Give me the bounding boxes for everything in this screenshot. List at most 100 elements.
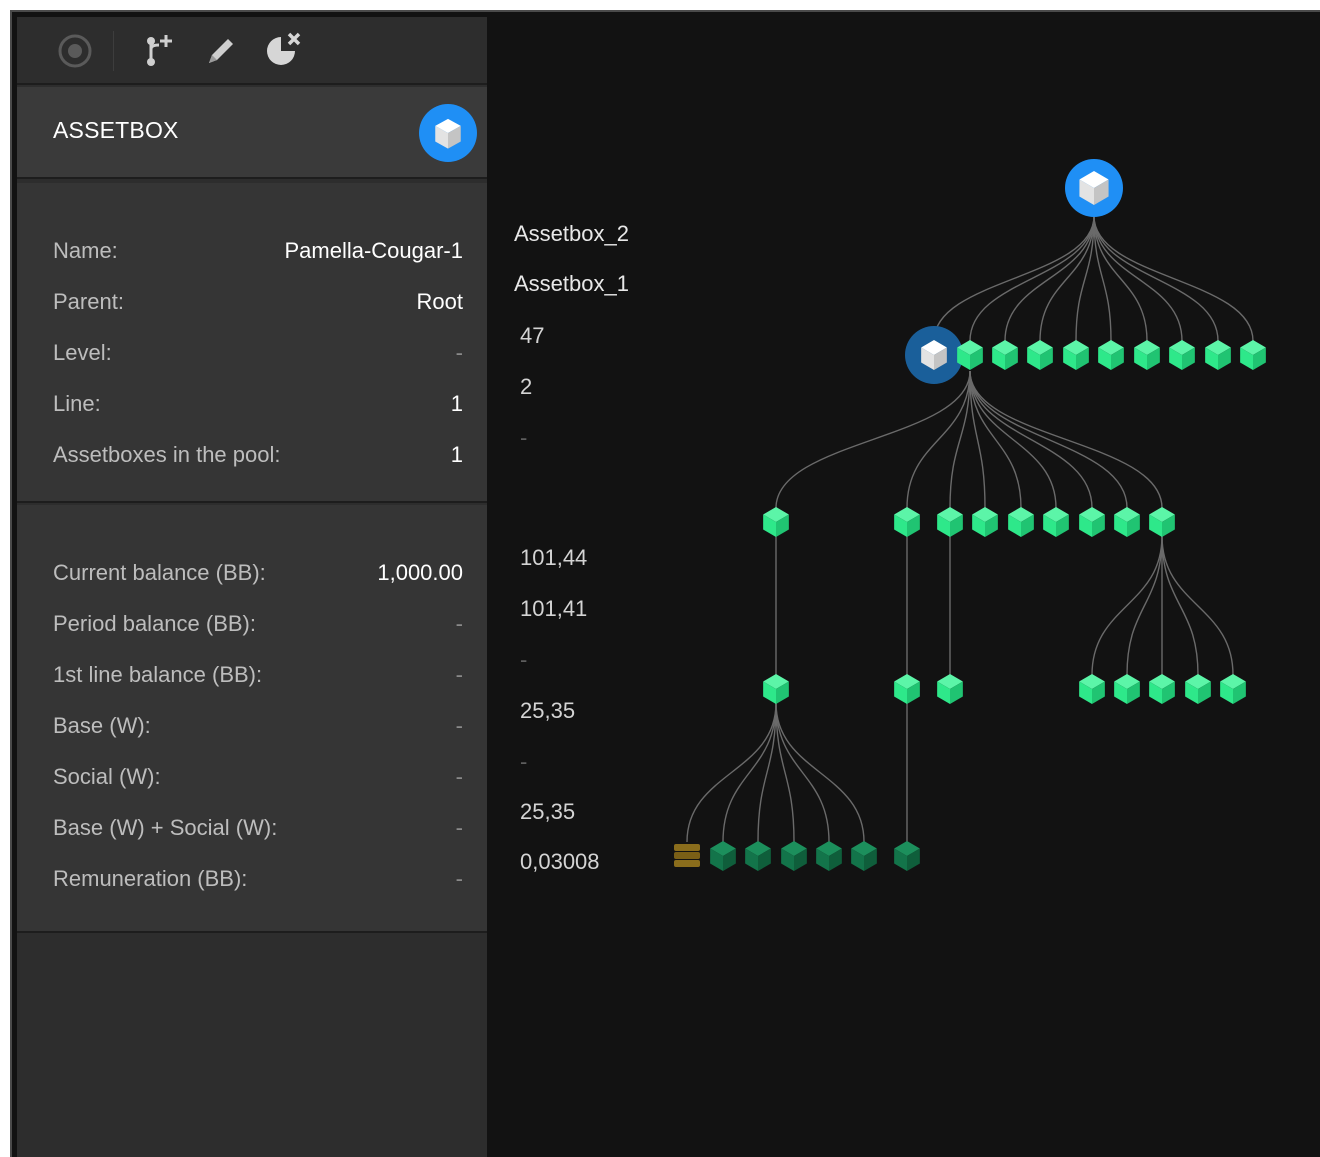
tree-edge bbox=[1004, 215, 1095, 342]
balance-value: - bbox=[455, 764, 463, 789]
info-label: Assetboxes in the pool: bbox=[53, 442, 281, 467]
balance-label: Base (W) + Social (W): bbox=[53, 815, 278, 840]
assetbox-node[interactable] bbox=[1098, 340, 1124, 370]
balance-row-current: Current balance (BB): 1,000.00 bbox=[53, 560, 463, 590]
assetbox-node[interactable] bbox=[1134, 340, 1160, 370]
info-section: Name: Pamella-Cougar-1 Parent: Root Leve… bbox=[17, 183, 487, 503]
assetbox-node-inactive[interactable] bbox=[894, 841, 920, 871]
tree-edge bbox=[686, 702, 777, 843]
assetbox-node[interactable] bbox=[1185, 674, 1211, 704]
assetbox-node-inactive[interactable] bbox=[781, 841, 807, 871]
app-window: ASSETBOX Name: Pamella-Cougar-1 Parent: … bbox=[10, 10, 1320, 1157]
assetbox-node[interactable] bbox=[1063, 340, 1089, 370]
assetbox-node[interactable] bbox=[894, 674, 920, 704]
sidebar-empty-area bbox=[17, 935, 487, 1157]
compare-base: 25,35 bbox=[520, 698, 576, 723]
tree-edge bbox=[1126, 535, 1163, 676]
assetbox-node[interactable] bbox=[1240, 340, 1266, 370]
compare-pool: - bbox=[520, 425, 528, 450]
assetbox-node[interactable] bbox=[1079, 674, 1105, 704]
tree-edge bbox=[1161, 535, 1199, 676]
tree-edge bbox=[969, 370, 1093, 509]
stacked-coins-icon[interactable] bbox=[674, 844, 700, 867]
assetbox-node[interactable] bbox=[1169, 340, 1195, 370]
balance-row-base: Base (W): - bbox=[53, 713, 463, 743]
balance-label: Current balance (BB): bbox=[53, 560, 266, 585]
tree-edge bbox=[775, 702, 865, 843]
assetbox-node[interactable] bbox=[937, 674, 963, 704]
panel-header: ASSETBOX bbox=[17, 87, 487, 179]
info-row-line: Line: 1 bbox=[53, 391, 463, 421]
tree-edge bbox=[1039, 215, 1095, 342]
tree-edge bbox=[933, 215, 1095, 342]
balance-label: Social (W): bbox=[53, 764, 161, 789]
balance-row-period: Period balance (BB): - bbox=[53, 611, 463, 641]
info-row-pool: Assetboxes in the pool: 1 bbox=[53, 442, 463, 472]
info-label: Parent: bbox=[53, 289, 124, 314]
add-branch-icon[interactable] bbox=[137, 31, 177, 71]
assetbox-node[interactable] bbox=[1220, 674, 1246, 704]
assetbox-node[interactable] bbox=[894, 507, 920, 537]
assetbox-node-inactive[interactable] bbox=[745, 841, 771, 871]
target-icon[interactable] bbox=[55, 31, 95, 71]
assetbox-node[interactable] bbox=[763, 507, 789, 537]
assetbox-node[interactable] bbox=[992, 340, 1018, 370]
compare-current-balance: 101,44 bbox=[520, 545, 588, 570]
assetbox-node[interactable] bbox=[1114, 507, 1140, 537]
info-value: - bbox=[455, 340, 463, 365]
balance-value: - bbox=[455, 611, 463, 636]
balance-value: - bbox=[455, 713, 463, 738]
balance-label: Remuneration (BB): bbox=[53, 866, 248, 891]
assetbox-node[interactable] bbox=[1205, 340, 1231, 370]
info-row-level: Level: - bbox=[53, 340, 463, 370]
balance-value: 1,000.00 bbox=[377, 560, 463, 585]
assetbox-node[interactable] bbox=[1043, 507, 1069, 537]
compare-parent: Assetbox_1 bbox=[514, 271, 629, 296]
info-row-name: Name: Pamella-Cougar-1 bbox=[53, 238, 463, 268]
assetbox-node-inactive[interactable] bbox=[851, 841, 877, 871]
toolbar bbox=[17, 17, 487, 85]
balance-row-first-line: 1st line balance (BB): - bbox=[53, 662, 463, 692]
tree-edge bbox=[969, 215, 1095, 342]
pencil-icon[interactable] bbox=[201, 31, 241, 71]
tree-edge bbox=[949, 370, 971, 509]
balance-label: Base (W): bbox=[53, 713, 151, 738]
info-value: 1 bbox=[450, 442, 463, 467]
compare-level: 47 bbox=[520, 323, 545, 348]
assetbox-node[interactable] bbox=[972, 507, 998, 537]
assetbox-node[interactable] bbox=[1149, 674, 1175, 704]
assetbox-node-inactive[interactable] bbox=[710, 841, 736, 871]
assetbox-node[interactable] bbox=[1008, 507, 1034, 537]
cube-icon[interactable] bbox=[419, 104, 477, 162]
pie-remove-icon[interactable] bbox=[263, 31, 303, 71]
assetbox-node[interactable] bbox=[1079, 507, 1105, 537]
balance-value: - bbox=[455, 662, 463, 687]
toolbar-divider bbox=[113, 31, 114, 71]
assetbox-node[interactable] bbox=[937, 507, 963, 537]
panel-title: ASSETBOX bbox=[53, 117, 179, 143]
balance-row-base-social: Base (W) + Social (W): - bbox=[53, 815, 463, 845]
assetbox-node[interactable] bbox=[1027, 340, 1053, 370]
balance-value: - bbox=[455, 815, 463, 840]
tree-edge bbox=[1093, 215, 1183, 342]
info-value: Root bbox=[416, 289, 463, 314]
balance-row-social: Social (W): - bbox=[53, 764, 463, 794]
assetbox-node[interactable] bbox=[763, 674, 789, 704]
info-value: Pamella-Cougar-1 bbox=[284, 238, 463, 263]
info-label: Level: bbox=[53, 340, 112, 365]
tree-nodes bbox=[674, 159, 1266, 871]
compare-period-balance: 101,41 bbox=[520, 596, 588, 621]
assetbox-node-inactive[interactable] bbox=[816, 841, 842, 871]
info-label: Name: bbox=[53, 238, 118, 263]
assetbox-node[interactable] bbox=[1114, 674, 1140, 704]
assetbox-node[interactable] bbox=[1149, 507, 1175, 537]
balance-value: - bbox=[455, 866, 463, 891]
compare-line: 2 bbox=[520, 374, 533, 399]
info-value: 1 bbox=[450, 391, 463, 416]
balance-row-remuneration: Remuneration (BB): - bbox=[53, 866, 463, 896]
compare-social: - bbox=[520, 749, 528, 774]
tree-edge bbox=[969, 370, 1128, 509]
balance-section: Current balance (BB): 1,000.00 Period ba… bbox=[17, 505, 487, 933]
compare-base-social: 25,35 bbox=[520, 799, 576, 824]
balance-label: Period balance (BB): bbox=[53, 611, 256, 636]
